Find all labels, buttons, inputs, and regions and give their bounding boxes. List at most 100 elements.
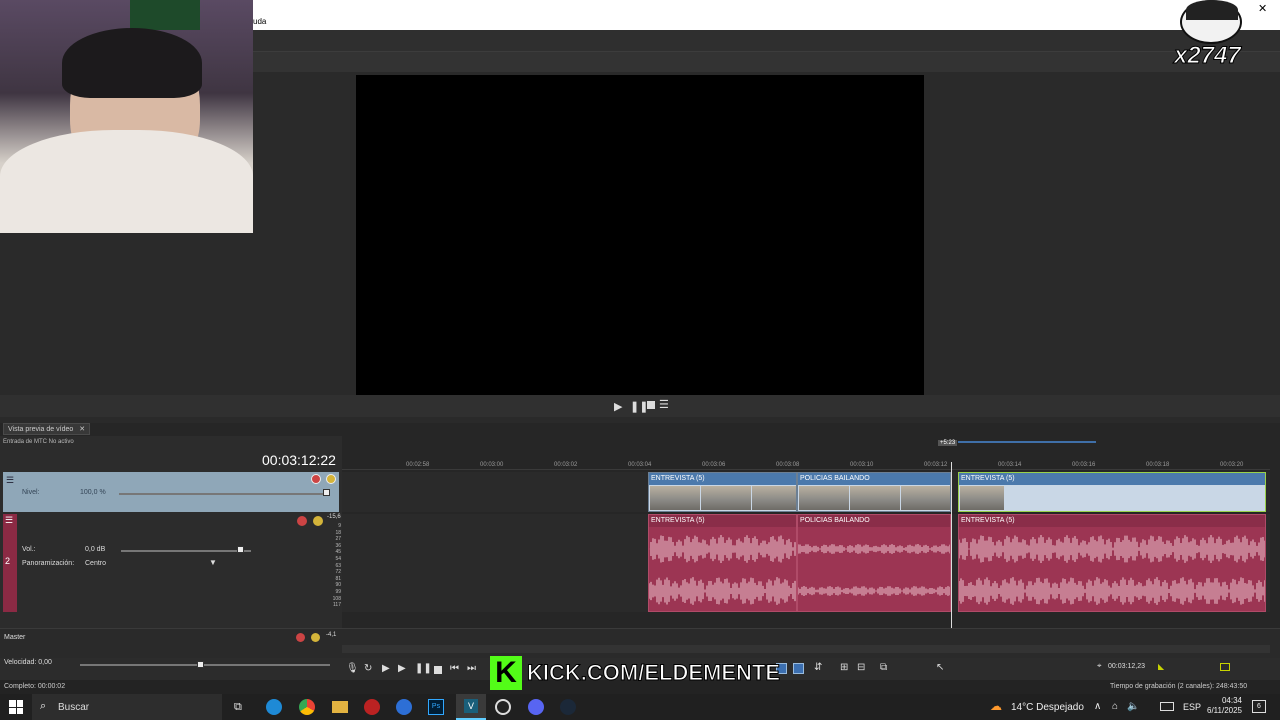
keyboard-icon[interactable] xyxy=(1160,702,1174,711)
mute-icon[interactable] xyxy=(311,474,321,484)
speed-label: Velocidad: 0,00 xyxy=(4,659,52,666)
audio-clip-label: ENTREVISTA (5) xyxy=(961,517,1015,524)
level-slider-thumb[interactable] xyxy=(323,489,330,496)
go-to-start-button[interactable]: ⏮ xyxy=(450,663,459,674)
menu-fragment[interactable]: uda xyxy=(253,17,266,26)
tray-overflow-icon[interactable]: ∧ xyxy=(1094,701,1101,712)
mute-icon[interactable] xyxy=(297,516,307,526)
clock-date: 6/11/2025 xyxy=(1207,706,1242,715)
clock-time: 04:34 xyxy=(1221,696,1242,705)
play-button[interactable]: ▶ xyxy=(382,663,390,674)
video-clip-label: ENTREVISTA (5) xyxy=(961,475,1015,482)
taskbar-search-box[interactable]: ⌕ Buscar xyxy=(32,694,222,720)
weather-text[interactable]: 14°C Despejado xyxy=(1011,702,1084,713)
video-clip[interactable]: POLICIAS BAILANDO xyxy=(797,472,951,512)
video-track-header[interactable]: ☰ Nivel: 100,0 % xyxy=(3,472,339,512)
app-icon[interactable] xyxy=(364,699,380,715)
tab-video-preview[interactable]: Vista previa de vídeo ✕ xyxy=(3,423,91,435)
master-mute-icon[interactable] xyxy=(296,633,305,642)
meter-scale-label: 90 xyxy=(335,582,341,589)
audio-clip-label: POLICIAS BAILANDO xyxy=(800,517,870,524)
go-to-end-button[interactable]: ⏭ xyxy=(467,663,476,674)
audio-clip[interactable]: POLICIAS BAILANDO xyxy=(797,514,951,612)
meter-scale-label: 54 xyxy=(335,555,341,562)
meter-scale-label: 117 xyxy=(333,602,341,609)
pan-label: Panoramización: xyxy=(22,560,75,567)
speed-slider-thumb[interactable] xyxy=(197,661,204,668)
event-pan-icon[interactable]: ⊞ xyxy=(840,662,848,673)
level-value: 100,0 % xyxy=(80,489,106,496)
preview-menu-icon[interactable]: ☰ xyxy=(659,398,669,411)
video-preview-canvas[interactable] xyxy=(356,75,924,395)
stop-button[interactable] xyxy=(434,666,442,674)
loop-marker[interactable]: +5:23 xyxy=(938,440,958,446)
loop-icon[interactable]: ↻ xyxy=(364,663,372,674)
normal-edit-tool-icon[interactable]: ↖ xyxy=(936,662,944,673)
chrome-icon[interactable] xyxy=(299,699,315,715)
network-icon[interactable]: ⌂ xyxy=(1112,701,1118,712)
loop-region[interactable] xyxy=(958,441,1096,443)
ruler-tick-label: 00:03:04 xyxy=(628,462,652,468)
clip-thumbnail xyxy=(701,486,751,510)
master-solo-icon[interactable] xyxy=(311,633,320,642)
file-explorer-icon[interactable] xyxy=(332,701,348,713)
avatar-hair xyxy=(1186,0,1238,20)
audio-track-header[interactable]: ☰ 2 Vol.: 0,0 dB Panoramización: Centro … xyxy=(3,514,341,612)
playhead[interactable] xyxy=(951,462,952,644)
task-view-icon[interactable]: ⧉ xyxy=(234,701,242,714)
lock-envelopes-icon[interactable]: ⊟ xyxy=(857,662,865,673)
video-clip[interactable]: ENTREVISTA (5) xyxy=(958,472,1266,512)
level-slider[interactable] xyxy=(119,493,329,495)
notification-center-icon[interactable]: 6 xyxy=(1252,700,1266,713)
level-label: Nivel: xyxy=(22,489,40,496)
language-indicator[interactable]: ESP xyxy=(1183,702,1201,712)
stream-counter-badge: x2747 xyxy=(1170,0,1260,72)
ripple-edit-icon[interactable]: ⇵ xyxy=(814,662,822,673)
ruler-tick-label: 00:03:06 xyxy=(702,462,726,468)
volume-value: 0,0 dB xyxy=(85,546,106,553)
ignore-grouping-icon[interactable]: ⧉ xyxy=(880,662,887,673)
master-label: Master xyxy=(4,634,26,641)
preview-stop-button[interactable] xyxy=(647,401,655,409)
windows-start-icon[interactable] xyxy=(9,700,23,714)
vegas-active-icon[interactable]: V xyxy=(456,694,486,720)
mtc-status: Entrada de MTC No activo xyxy=(3,439,74,445)
horizontal-scrollbar[interactable] xyxy=(342,645,1270,653)
pause-button[interactable]: ❚❚ xyxy=(415,663,432,674)
speed-slider[interactable] xyxy=(80,664,330,666)
volume-icon[interactable]: 🔈 xyxy=(1127,701,1139,712)
pan-dropdown-icon[interactable]: ▼ xyxy=(209,558,217,567)
volume-slider[interactable] xyxy=(121,550,251,552)
solo-icon[interactable] xyxy=(313,516,323,526)
timeline-timecode[interactable]: 00:03:12:22 xyxy=(262,452,336,468)
photoshop-icon[interactable]: Ps xyxy=(428,699,444,715)
auto-crossfade-icon[interactable] xyxy=(793,663,804,674)
time-ruler[interactable]: 00:02:58 00:03:00 00:03:02 00:03:04 00:03:06… xyxy=(342,457,1270,470)
volume-slider-thumb[interactable] xyxy=(237,546,244,553)
cursor-timecode[interactable]: 00:03:12,23 xyxy=(1108,663,1145,670)
taskbar-clock[interactable]: 04:34 6/11/2025 xyxy=(1200,696,1242,716)
meter-scale-label: 18 xyxy=(335,529,341,536)
track-menu-icon[interactable]: ☰ xyxy=(5,515,13,526)
preview-pause-button[interactable]: ❚❚ xyxy=(630,400,648,413)
app-icon[interactable] xyxy=(495,699,511,715)
solo-icon[interactable] xyxy=(326,474,336,484)
record-icon[interactable]: 🎙 xyxy=(346,663,359,674)
audio-clip[interactable]: ENTREVISTA (5) xyxy=(648,514,797,612)
play-from-start-button[interactable]: ▶ xyxy=(398,663,406,674)
ruler-tick-label: 00:03:16 xyxy=(1072,462,1096,468)
audio-waveform xyxy=(798,544,950,596)
video-clip[interactable]: ENTREVISTA (5) xyxy=(648,472,797,512)
timeline-region-icon[interactable] xyxy=(1220,663,1230,671)
audio-clip[interactable]: ENTREVISTA (5) xyxy=(958,514,1266,612)
video-clip-label: POLICIAS BAILANDO xyxy=(800,475,870,482)
track-menu-icon[interactable]: ☰ xyxy=(6,475,14,486)
app-icon[interactable] xyxy=(396,699,412,715)
audio-meter-scale: 9 18 27 36 45 54 63 72 81 90 99 108 117 xyxy=(327,523,341,611)
edge-icon[interactable] xyxy=(266,699,282,715)
steam-icon[interactable] xyxy=(560,699,576,715)
tab-close-icon[interactable]: ✕ xyxy=(79,426,85,433)
kick-logo-icon: K xyxy=(490,656,522,690)
preview-play-button[interactable]: ▶ xyxy=(614,400,622,413)
discord-icon[interactable] xyxy=(528,699,544,715)
